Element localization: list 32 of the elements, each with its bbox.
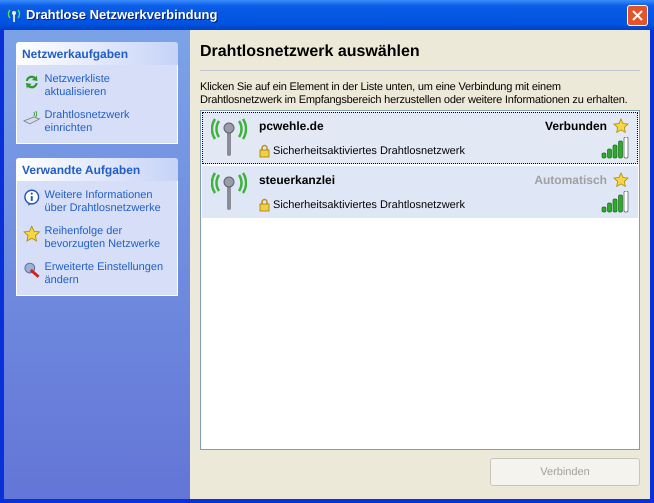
lock-icon [259,198,270,212]
network-name: pcwehle.de [259,118,324,135]
network-item[interactable]: pcwehle.de Verbunden Sicherheitsaktiviertes Drahtlosnetzwerk [202,112,638,164]
lock-icon [259,144,270,158]
signal-strength-icon [601,191,629,213]
task-link[interactable]: Reihenfolge der bevorzugten Netzwerke [44,225,171,251]
wireless-antenna-icon [211,171,247,211]
wireless-device-icon [23,109,41,127]
task-link[interactable]: Drahtlosnetzwerk einrichten [44,109,171,135]
signal-strength-icon [601,137,629,159]
description-text: Klicken Sie auf ein Element in der Liste unten, um eine Verbindung mit einem Drahtlosnetzwerk im Empfangsbereich herzustellen oder weitere Informationen zu erhalten. [200,81,629,107]
task-link[interactable]: Erweiterte Einstellungen ändern [44,261,171,287]
task-link[interactable]: Netzwerkliste aktualisieren [44,73,171,99]
wireless-antenna-icon [211,117,247,157]
star-icon [613,172,629,188]
network-item[interactable]: steuerkanzlei Automatisch Sicherheitsaktiviertes Drahtlosnetzwerk [202,166,638,218]
connection-status: Automatisch [534,172,607,189]
close-button[interactable] [627,4,648,26]
close-icon [632,10,643,20]
security-text: Sicherheitsaktiviertes Drahtlosnetzwerk [273,144,465,158]
window-title: Drahtlose Netzwerkverbindung [26,6,218,24]
task-link[interactable]: Weitere Informationen über Drahtlosnetzwerke [44,189,171,215]
task-group-title: Verwandte Aufgaben [22,162,140,178]
wireless-icon [6,8,22,22]
page-heading: Drahtlosnetzwerk auswählen [200,42,421,62]
connection-status: Verbunden [544,118,607,135]
info-icon [23,189,41,207]
network-name: steuerkanzlei [259,172,336,189]
star-icon [613,118,629,134]
task-group-title: Netzwerkaufgaben [22,46,128,62]
star-icon [23,225,41,243]
security-text: Sicherheitsaktiviertes Drahtlosnetzwerk [273,198,465,212]
